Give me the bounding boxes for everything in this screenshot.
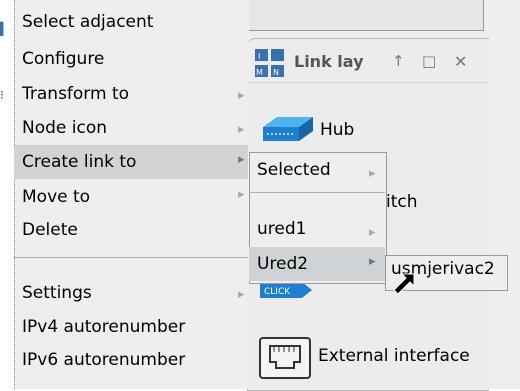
- left-edge-strip: [0, 0, 14, 389]
- menu-item-delete[interactable]: Delete: [14, 213, 248, 247]
- link-layer-icon: I M N: [255, 49, 284, 77]
- external-interface-label: External interface: [318, 346, 470, 366]
- hub-icon[interactable]: [255, 115, 315, 147]
- svg-text:I: I: [258, 52, 260, 61]
- switch-label: itch: [386, 192, 418, 212]
- menu-item-label: Select adjacent: [22, 12, 154, 32]
- hub-label: Hub: [320, 120, 355, 140]
- resize-handle-icon: ⁝: [0, 88, 4, 102]
- menu-item-label: IPv6 autorenumber: [22, 350, 186, 370]
- submenu-arrow-icon: ▸: [238, 88, 245, 103]
- menu-item-label: Settings: [22, 283, 92, 303]
- submenu-item-selected[interactable]: Selected ▸: [249, 153, 385, 187]
- submenu-item-label: Ured2: [257, 254, 309, 274]
- submenu-item-ured2[interactable]: Ured2 ▸: [249, 247, 385, 281]
- menu-item-create-link-to[interactable]: Create link to ▸: [14, 145, 248, 179]
- mouse-cursor-icon: [393, 273, 415, 295]
- menu-item-settings[interactable]: Settings ▸: [14, 276, 248, 310]
- svg-text:CLICK: CLICK: [264, 287, 291, 297]
- menu-item-label: Create link to: [22, 152, 137, 172]
- menu-item-label: Node icon: [22, 118, 108, 138]
- menu-item-transform-to[interactable]: Transform to ▸: [14, 77, 248, 111]
- menu-item-label: Delete: [22, 220, 78, 240]
- submenu-arrow-icon: ▸: [238, 152, 245, 167]
- blue-marker-icon: ▍: [0, 22, 10, 36]
- menu-item-ipv6-autorenumber[interactable]: IPv6 autorenumber: [14, 343, 248, 377]
- panel-up-button[interactable]: ↑: [392, 52, 405, 70]
- submenu-item-ured1[interactable]: ured1 ▸: [249, 212, 385, 246]
- menu-item-select-adjacent[interactable]: Select adjacent: [14, 5, 248, 39]
- menu-item-label: IPv4 autorenumber: [22, 317, 186, 337]
- menu-item-label: Move to: [22, 187, 91, 207]
- menu-item-ipv4-autorenumber[interactable]: IPv4 autorenumber: [14, 310, 248, 344]
- menu-item-label: Transform to: [22, 84, 130, 104]
- svg-text:N: N: [273, 68, 279, 77]
- menu-separator: [14, 257, 248, 258]
- submenu-arrow-icon: ▸: [369, 254, 376, 269]
- menu-item-node-icon[interactable]: Node icon ▸: [14, 111, 248, 145]
- top-toolbar: [238, 0, 484, 31]
- submenu-item-label: Selected: [257, 160, 331, 180]
- panel-close-button[interactable]: ✕: [454, 52, 467, 71]
- menu-item-move-to[interactable]: Move to ▸: [14, 180, 248, 214]
- svg-text:M: M: [256, 68, 263, 77]
- submenu-arrow-icon: ▸: [238, 122, 245, 137]
- menu-item-label: Configure: [22, 49, 105, 69]
- submenu-separator: [249, 192, 385, 193]
- submenu-item-label: ured1: [257, 219, 307, 239]
- panel-maximize-button[interactable]: □: [422, 52, 436, 70]
- panel-title: Link lay: [294, 52, 364, 71]
- submenu-arrow-icon: ▸: [369, 166, 376, 181]
- submenu-arrow-icon: ▸: [238, 187, 245, 202]
- submenu-arrow-icon: ▸: [238, 287, 245, 302]
- menu-item-configure[interactable]: Configure: [14, 42, 248, 76]
- ethernet-port-icon[interactable]: [258, 336, 312, 380]
